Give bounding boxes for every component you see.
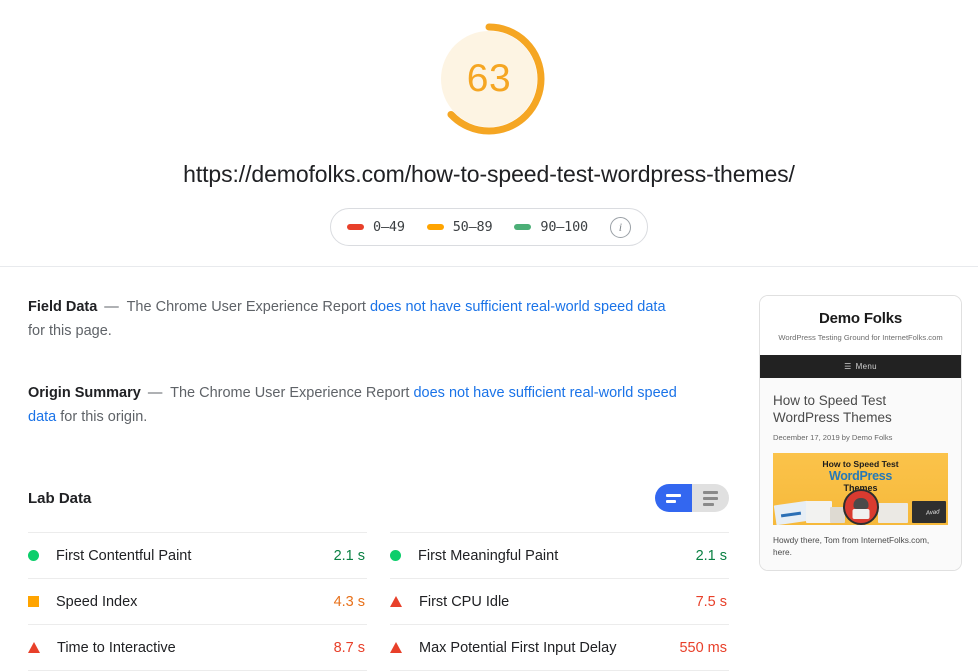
lab-metrics-grid: First Contentful Paint 2.1 s Speed Index… bbox=[28, 532, 729, 671]
table-row[interactable]: First Contentful Paint 2.1 s bbox=[28, 532, 367, 579]
legend-label-orange: 50–89 bbox=[452, 219, 493, 235]
list-view-button[interactable] bbox=[692, 484, 729, 512]
metric-label: Speed Index bbox=[56, 593, 138, 610]
origin-summary-block: Origin Summary — The Chrome User Experien… bbox=[28, 381, 678, 429]
metric-value: 4.3 s bbox=[333, 593, 365, 610]
featured-line-2: WordPress bbox=[828, 469, 893, 483]
metric-value: 550 ms bbox=[679, 639, 727, 656]
thumbnail-menu-bar: ☰ Menu bbox=[760, 355, 961, 378]
status-triangle-icon bbox=[390, 596, 402, 607]
metric-label: First Contentful Paint bbox=[56, 547, 192, 564]
metric-label: Max Potential First Input Delay bbox=[419, 639, 617, 656]
filmstrip-view-button[interactable] bbox=[655, 484, 692, 512]
metric-label: First Meaningful Paint bbox=[418, 547, 559, 564]
device-thumb-4 bbox=[878, 503, 908, 523]
status-square-icon bbox=[28, 596, 39, 607]
status-triangle-icon bbox=[390, 642, 402, 653]
metric-value: 7.5 s bbox=[695, 593, 727, 610]
status-triangle-icon bbox=[28, 642, 40, 653]
filmstrip-icon-bar-2 bbox=[666, 499, 676, 503]
legend-label-green: 90–100 bbox=[540, 219, 588, 235]
status-circle-icon bbox=[28, 550, 39, 561]
legend-item-green: 90–100 bbox=[514, 219, 588, 235]
thumbnail-footer-text: Howdy there, Tom from InternetFolks.com,… bbox=[773, 535, 930, 557]
metric-label: First CPU Idle bbox=[419, 593, 510, 610]
view-toggle-group bbox=[655, 484, 729, 512]
thumbnail-post-title: How to Speed Test WordPress Themes bbox=[773, 393, 892, 425]
metric-column-left: First Contentful Paint 2.1 s Speed Index… bbox=[28, 532, 367, 671]
main-content: Field Data — The Chrome User Experience R… bbox=[0, 267, 978, 671]
field-data-link[interactable]: does not have sufficient real-world spee… bbox=[370, 299, 666, 315]
list-icon-bar-3 bbox=[703, 502, 714, 506]
device-thumb-2 bbox=[806, 501, 832, 523]
metric-value: 2.1 s bbox=[695, 547, 727, 564]
metric-value: 2.1 s bbox=[333, 547, 365, 564]
page-screenshot-thumbnail[interactable]: Demo Folks WordPress Testing Ground for … bbox=[759, 295, 962, 571]
list-icon-bar-1 bbox=[703, 490, 718, 494]
legend-label-red: 0–49 bbox=[373, 219, 405, 235]
thumbnail-featured-image: How to Speed Test WordPress Themes Avad bbox=[773, 453, 948, 525]
origin-summary-text-before: The Chrome User Experience Report bbox=[170, 385, 410, 401]
metric-value: 8.7 s bbox=[333, 639, 365, 656]
info-icon[interactable]: i bbox=[609, 216, 631, 238]
status-circle-icon bbox=[390, 550, 401, 561]
logo-base-shape bbox=[852, 509, 869, 519]
right-column: Demo Folks WordPress Testing Ground for … bbox=[759, 267, 962, 671]
score-header: 63 https://demofolks.com/how-to-speed-te… bbox=[0, 0, 978, 267]
left-column: Field Data — The Chrome User Experience R… bbox=[28, 267, 759, 671]
filmstrip-icon-bar-1 bbox=[666, 493, 681, 497]
page-url: https://demofolks.com/how-to-speed-test-… bbox=[183, 161, 795, 187]
table-row[interactable]: Time to Interactive 8.7 s bbox=[28, 625, 367, 671]
metric-label: Time to Interactive bbox=[57, 639, 176, 656]
list-icon-bar-2 bbox=[703, 496, 718, 500]
legend-swatch-red bbox=[347, 224, 365, 230]
thumbnail-site-tagline: WordPress Testing Ground for InternetFol… bbox=[778, 333, 943, 342]
legend-item-red: 0–49 bbox=[347, 219, 405, 235]
origin-summary-title: Origin Summary bbox=[28, 385, 141, 401]
thumbnail-article: How to Speed Test WordPress Themes Decem… bbox=[760, 378, 961, 570]
field-data-title: Field Data bbox=[28, 299, 98, 315]
score-value: 63 bbox=[466, 57, 512, 100]
logo-inner-shape bbox=[853, 498, 868, 509]
origin-summary-dash: — bbox=[147, 385, 163, 401]
legend-swatch-green bbox=[514, 224, 532, 230]
thumbnail-site-title: Demo Folks bbox=[818, 310, 903, 327]
score-legend: 0–49 50–89 90–100 i bbox=[330, 208, 648, 246]
field-data-text-before: The Chrome User Experience Report bbox=[126, 299, 366, 315]
origin-summary-text-after: for this origin. bbox=[60, 409, 148, 425]
thumbnail-menu-label: Menu bbox=[855, 362, 877, 371]
field-data-dash: — bbox=[104, 299, 119, 315]
table-row[interactable]: Max Potential First Input Delay 550 ms bbox=[390, 625, 729, 671]
hamburger-icon: ☰ bbox=[844, 362, 852, 371]
metric-column-right: First Meaningful Paint 2.1 s First CPU I… bbox=[390, 532, 729, 671]
performance-score-gauge: 63 bbox=[430, 20, 548, 138]
legend-item-orange: 50–89 bbox=[426, 219, 493, 235]
lab-data-title: Lab Data bbox=[28, 489, 92, 507]
wordpress-logo-icon bbox=[842, 489, 879, 525]
lab-data-header: Lab Data bbox=[28, 484, 729, 512]
thumbnail-post-meta: December 17, 2019 by Demo Folks bbox=[773, 433, 893, 442]
table-row[interactable]: First CPU Idle 7.5 s bbox=[390, 579, 729, 625]
field-data-text-after: for this page. bbox=[28, 323, 112, 339]
featured-line-1: How to Speed Test bbox=[822, 459, 899, 469]
legend-swatch-orange bbox=[426, 224, 444, 230]
table-row[interactable]: Speed Index 4.3 s bbox=[28, 579, 367, 625]
table-row[interactable]: First Meaningful Paint 2.1 s bbox=[390, 532, 729, 579]
thumbnail-site-header: Demo Folks WordPress Testing Ground for … bbox=[760, 296, 961, 355]
field-data-block: Field Data — The Chrome User Experience R… bbox=[28, 295, 678, 343]
